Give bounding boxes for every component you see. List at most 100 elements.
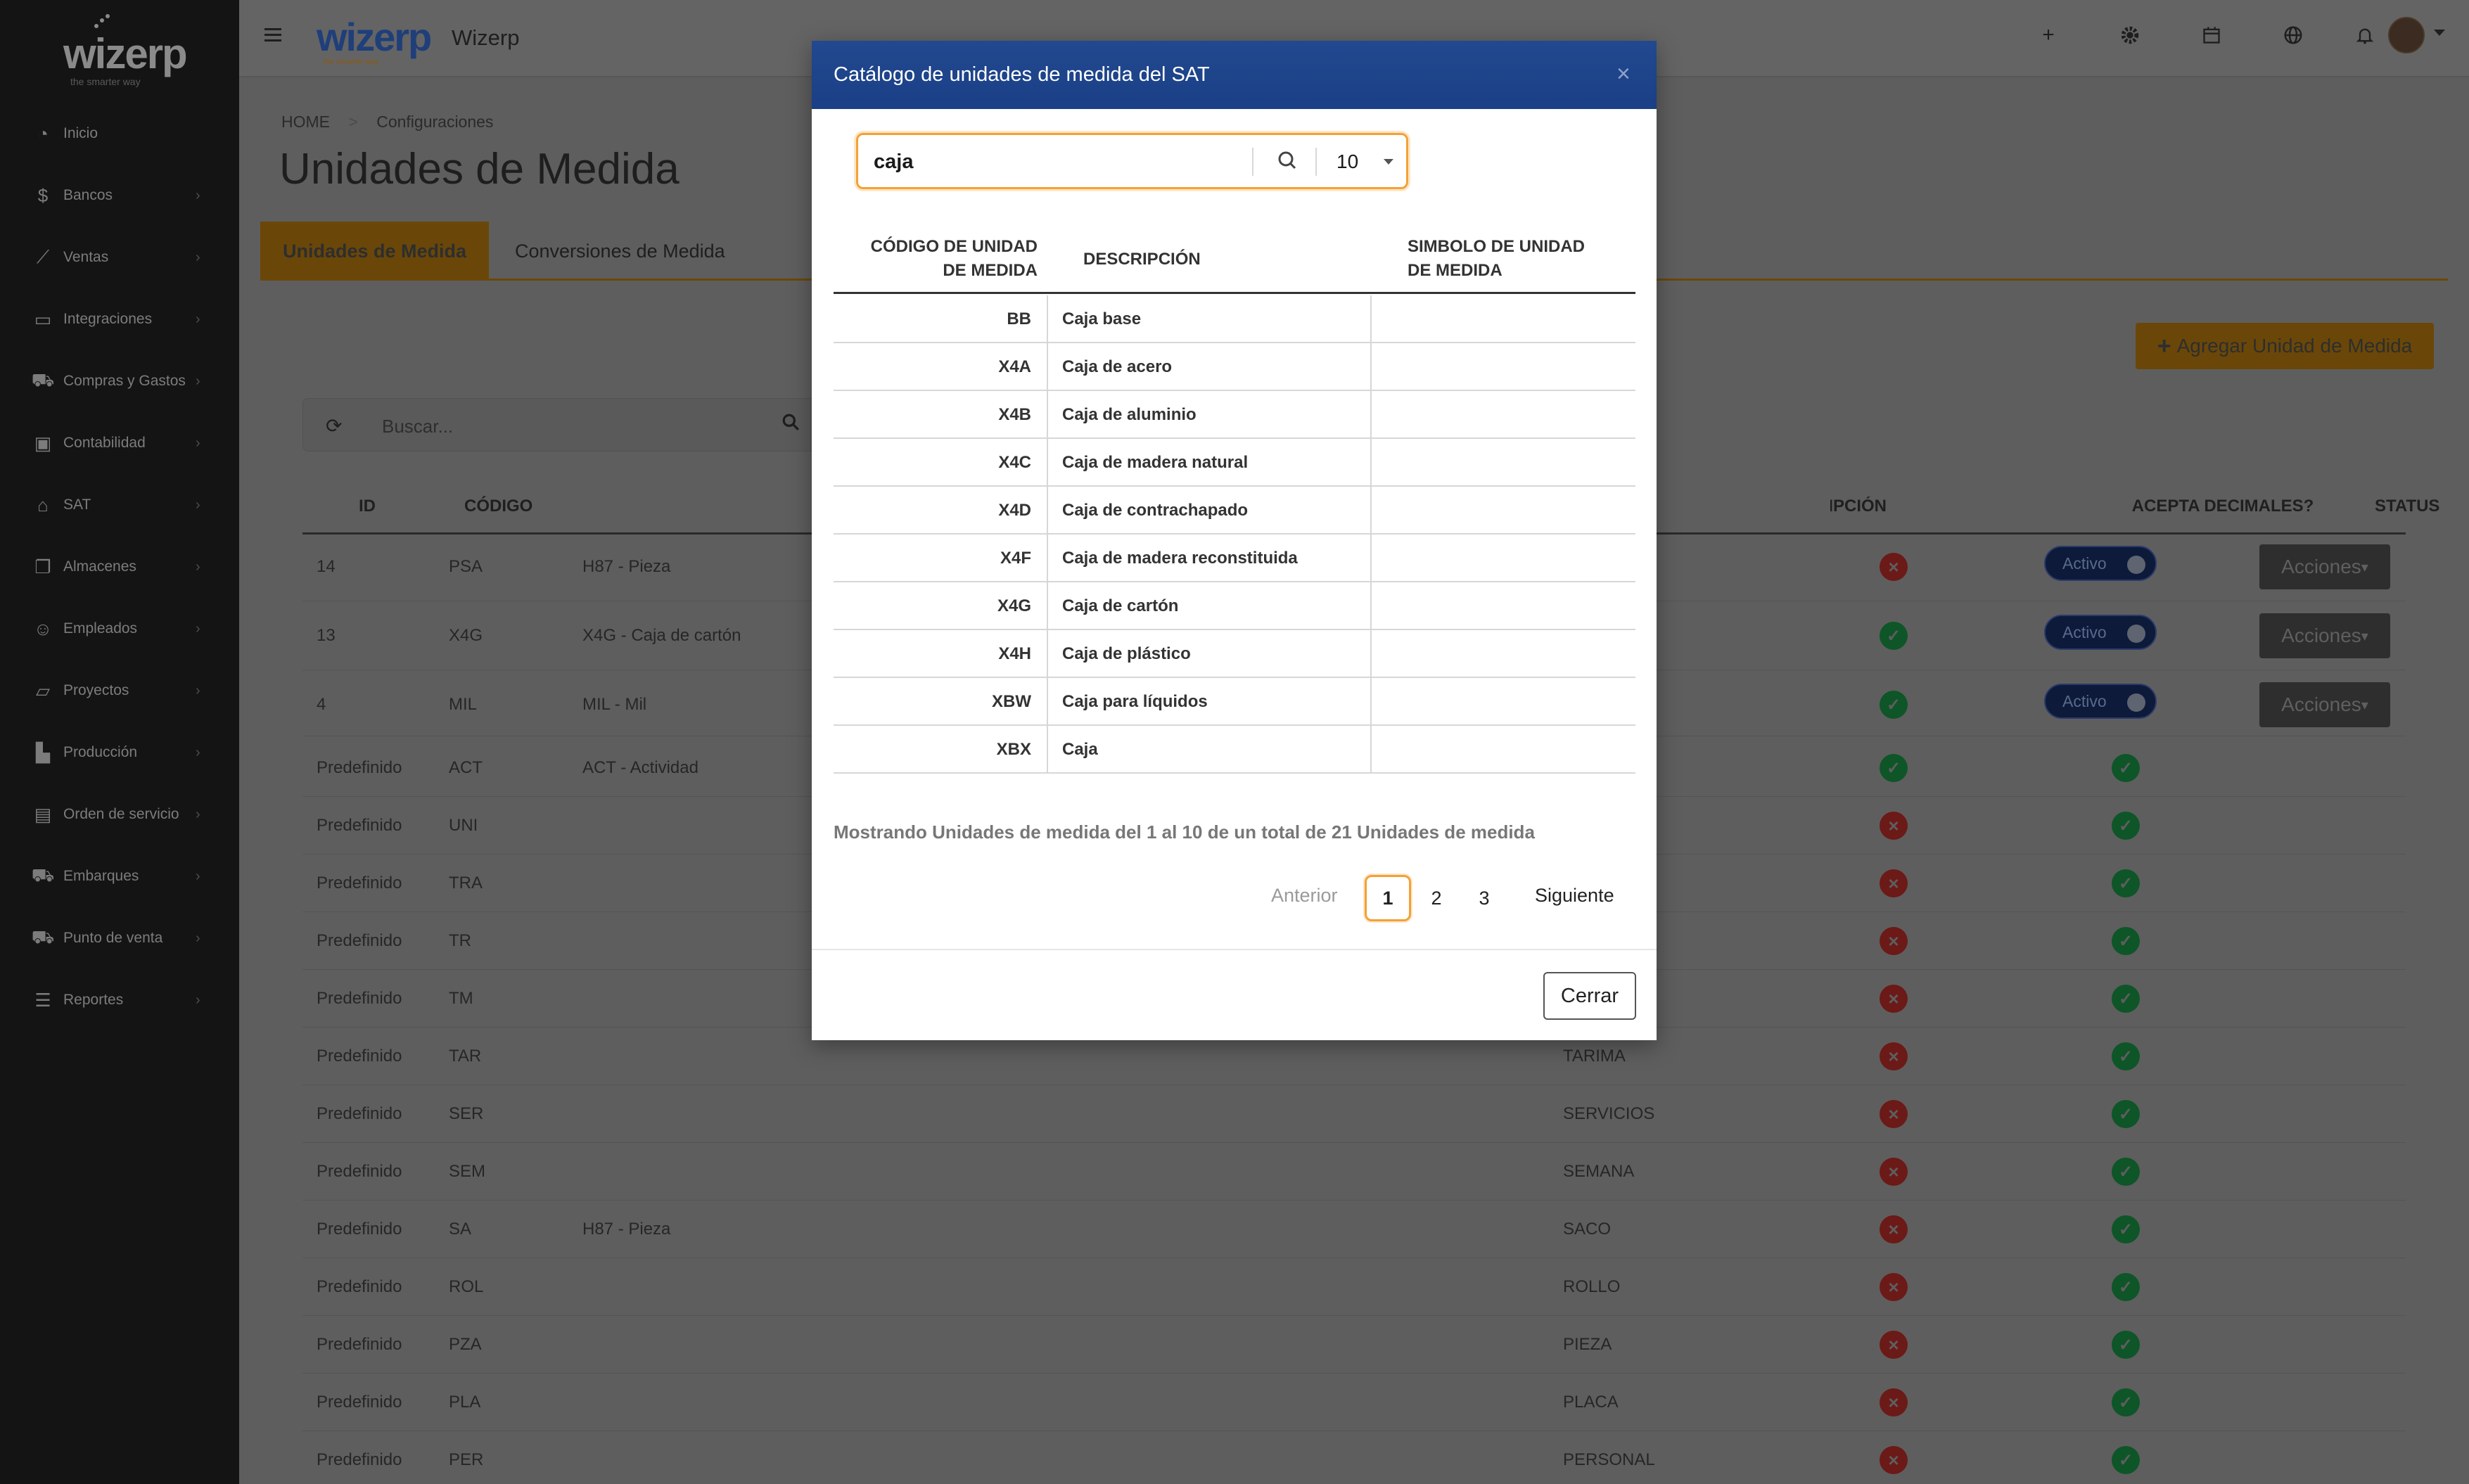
chevron-right-icon: ›: [196, 373, 200, 389]
acciones-button[interactable]: Acciones ▾: [2259, 682, 2390, 727]
modal-table-row[interactable]: XBW Caja para líquidos: [834, 678, 1635, 726]
check-icon: ✓: [2112, 1388, 2140, 1416]
close-icon[interactable]: ×: [1616, 60, 1631, 88]
row-id: Predefinido: [317, 989, 402, 1008]
chevron-right-icon: ›: [196, 992, 200, 1008]
tab-conversiones-de-medida[interactable]: Conversiones de Medida: [492, 222, 748, 281]
pagination-page-3[interactable]: 3: [1461, 875, 1507, 921]
sidebar-item-label: Proyectos: [63, 682, 129, 698]
pagination-page-2[interactable]: 2: [1413, 875, 1460, 921]
sidebar-logo[interactable]: wizerp the smarter way: [63, 14, 190, 87]
sidebar-item-label: Bancos: [63, 187, 113, 203]
cross-icon: ×: [1880, 1100, 1908, 1128]
table-row[interactable]: Predefinido PZA PIEZA × ✓: [302, 1316, 2406, 1374]
tab-unidades-de-medida[interactable]: Unidades de Medida: [260, 222, 490, 281]
clipboard-icon: ▤: [34, 803, 52, 825]
list-search-bar: ⟳ Buscar...: [302, 398, 837, 452]
bank-icon: ⌂: [37, 494, 49, 516]
chevron-right-icon: ›: [196, 497, 200, 513]
sidebar-logo-text: wizerp: [63, 30, 188, 77]
page-size-select[interactable]: 10: [1336, 151, 1358, 173]
table-row[interactable]: Predefinido ROL ROLLO × ✓: [302, 1258, 2406, 1316]
refresh-icon[interactable]: ⟳: [326, 414, 342, 437]
row-codigo: BB: [834, 295, 1048, 343]
modal-table-row[interactable]: X4C Caja de madera natural: [834, 439, 1635, 487]
sidebar-item[interactable]: ❐ Almacenes ›: [0, 539, 239, 595]
calendar-icon[interactable]: [2197, 21, 2226, 49]
sidebar-item[interactable]: ◔ Inicio: [0, 105, 239, 162]
cross-icon: ×: [1880, 1388, 1908, 1416]
status-toggle-label: Activo: [2062, 692, 2107, 710]
modal-table-row[interactable]: X4D Caja de contrachapado: [834, 487, 1635, 535]
status-toggle[interactable]: Activo: [2044, 684, 2157, 719]
row-codigo: X4F: [834, 535, 1048, 582]
table-row[interactable]: Predefinido SEM SEMANA × ✓: [302, 1143, 2406, 1201]
modal-table-row[interactable]: X4F Caja de madera reconstituida: [834, 535, 1635, 582]
status-toggle[interactable]: Activo: [2044, 546, 2157, 581]
row-descripcion: SACO: [1563, 1220, 1612, 1239]
sidebar-item[interactable]: ⛟ Compras y Gastos ›: [0, 353, 239, 409]
modal-search-input[interactable]: caja: [874, 151, 913, 174]
sidebar-item[interactable]: ▣ Contabilidad ›: [0, 415, 239, 471]
row-id: 13: [317, 626, 336, 645]
pagination-next[interactable]: Siguiente: [1535, 885, 1614, 907]
sidebar-item[interactable]: ⛟ Punto de venta ›: [0, 910, 239, 966]
row-codigo: PER: [449, 1450, 484, 1469]
breadcrumb-home[interactable]: HOME: [281, 113, 330, 131]
globe-icon[interactable]: [2279, 21, 2307, 49]
header-descripcion: DESCRIPCIÓN: [1830, 497, 1887, 516]
table-row[interactable]: Predefinido SER SERVICIOS × ✓: [302, 1085, 2406, 1143]
acciones-button[interactable]: Acciones ▾: [2259, 544, 2390, 589]
chevron-down-icon[interactable]: [2434, 30, 2445, 36]
breadcrumb-configuraciones[interactable]: Configuraciones: [376, 113, 493, 131]
modal-search-field[interactable]: caja 10: [856, 133, 1408, 189]
gear-icon[interactable]: [2116, 21, 2144, 49]
sidebar-item[interactable]: ☰ Reportes ›: [0, 972, 239, 1028]
plus-icon[interactable]: +: [2034, 21, 2062, 49]
row-id: Predefinido: [317, 1047, 402, 1066]
sidebar-item[interactable]: $ Bancos ›: [0, 167, 239, 224]
modal-table-row[interactable]: X4A Caja de acero: [834, 343, 1635, 391]
sidebar-item[interactable]: ▙ Producción ›: [0, 724, 239, 781]
modal-table-row[interactable]: X4B Caja de aluminio: [834, 391, 1635, 439]
sidebar-item[interactable]: ▤ Orden de servicio ›: [0, 786, 239, 843]
sidebar-item[interactable]: ▭ Integraciones ›: [0, 291, 239, 347]
search-icon[interactable]: [781, 413, 800, 436]
sidebar-item[interactable]: ⟋ Ventas ›: [0, 229, 239, 286]
bell-icon[interactable]: [2351, 21, 2379, 49]
row-simbolo: [1372, 582, 1635, 630]
row-simbolo: [1372, 630, 1635, 678]
chevron-down-icon[interactable]: [1384, 159, 1393, 165]
modal-table-row[interactable]: BB Caja base: [834, 295, 1635, 343]
status-toggle[interactable]: Activo: [2044, 615, 2157, 650]
sidebar-item[interactable]: ⛟ Embarques ›: [0, 848, 239, 904]
sidebar-item[interactable]: ⌂ SAT ›: [0, 477, 239, 533]
user-avatar[interactable]: [2388, 17, 2425, 53]
add-unit-button[interactable]: + Agregar Unidad de Medida: [2136, 323, 2434, 369]
dashboard-icon: ◔: [37, 122, 49, 144]
row-codigo: X4G: [834, 582, 1048, 630]
pagination-previous[interactable]: Anterior: [1271, 885, 1338, 907]
modal-table-row[interactable]: X4G Caja de cartón: [834, 582, 1635, 630]
sidebar-item[interactable]: ▱ Proyectos ›: [0, 663, 239, 719]
chevron-down-icon: ▾: [2361, 559, 2368, 575]
search-icon[interactable]: [1273, 146, 1301, 174]
modal-table-row[interactable]: XBX Caja: [834, 726, 1635, 774]
header-descripcion: DESCRIPCIÓN: [1083, 250, 1201, 269]
files-icon: ❐: [34, 556, 51, 577]
pagination-page-1[interactable]: 1: [1365, 875, 1411, 921]
acciones-button[interactable]: Acciones ▾: [2259, 613, 2390, 658]
row-id: 14: [317, 557, 336, 576]
table-row[interactable]: Predefinido SA H87 - Pieza SACO × ✓: [302, 1201, 2406, 1258]
add-unit-label: Agregar Unidad de Medida: [2176, 335, 2413, 357]
sidebar-logo-tagline: the smarter way: [70, 76, 141, 87]
row-simbolo: [1372, 295, 1635, 343]
table-row[interactable]: Predefinido PLA PLACA × ✓: [302, 1374, 2406, 1431]
list-search-input[interactable]: Buscar...: [382, 416, 453, 437]
close-button[interactable]: Cerrar: [1543, 972, 1636, 1020]
modal-table-row[interactable]: X4H Caja de plástico: [834, 630, 1635, 678]
table-row[interactable]: Predefinido PER PERSONAL × ✓: [302, 1431, 2406, 1484]
top-logo[interactable]: wizerp: [317, 14, 432, 60]
hamburger-menu-icon[interactable]: [264, 28, 281, 42]
sidebar-item[interactable]: ☺ Empleados ›: [0, 601, 239, 657]
